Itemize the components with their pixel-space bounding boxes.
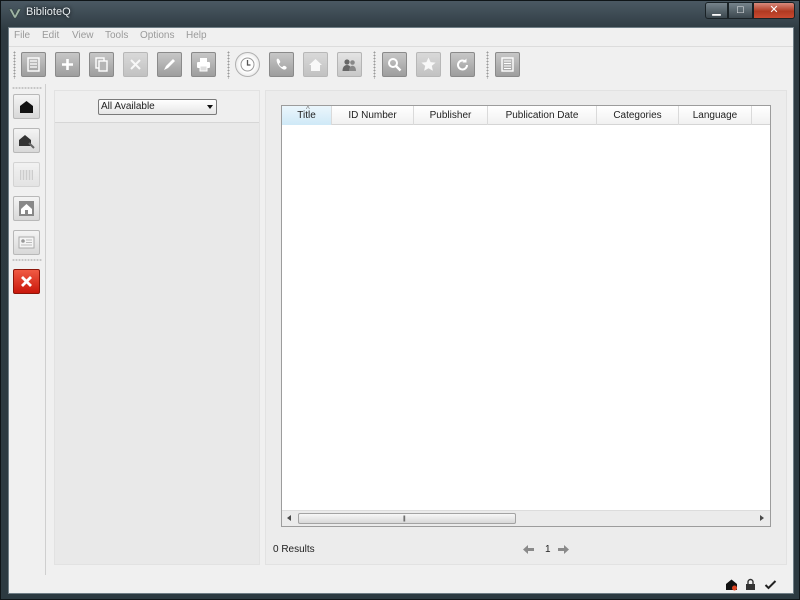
books-icon	[20, 170, 33, 180]
sort-indicator-icon: ^	[306, 106, 310, 114]
print-button[interactable]	[191, 52, 216, 77]
favorite-button[interactable]	[416, 52, 441, 77]
id-card-icon	[18, 236, 35, 249]
pagination: 1	[523, 543, 583, 557]
exit-button[interactable]	[13, 269, 40, 294]
maximize-button[interactable]: □	[728, 2, 753, 19]
status-bar	[9, 575, 793, 594]
scrollbar-thumb[interactable]: |||	[298, 513, 516, 524]
id-card-button[interactable]	[13, 230, 40, 255]
column-header-publication-date[interactable]: Publication Date	[488, 106, 597, 125]
page-number[interactable]: 1	[545, 544, 551, 555]
add-button[interactable]	[55, 52, 80, 77]
delete-button[interactable]	[123, 52, 148, 77]
minimize-icon: ▁	[712, 4, 721, 16]
filter-pane: All Available	[54, 90, 260, 565]
reservation-history-button[interactable]	[235, 52, 260, 77]
previous-page-icon[interactable]	[523, 545, 534, 554]
chevron-down-icon	[207, 105, 213, 109]
duplicate-button[interactable]	[89, 52, 114, 77]
window-title: BiblioteQ	[26, 6, 71, 18]
refresh-icon	[457, 58, 468, 71]
column-header-title[interactable]: ^ Title	[282, 106, 332, 125]
toolbar-grip[interactable]	[486, 51, 489, 79]
toolbar-grip[interactable]	[227, 51, 230, 79]
copy-icon	[95, 57, 108, 72]
maximize-icon: □	[737, 4, 744, 16]
disconnect-button[interactable]	[13, 128, 40, 153]
house-button[interactable]	[303, 52, 328, 77]
close-button[interactable]: ✕	[753, 2, 795, 19]
sidebar-separator	[12, 259, 42, 261]
results-count: 0 Results	[273, 544, 315, 555]
toolbar-grip[interactable]	[13, 51, 16, 79]
call-button[interactable]	[269, 52, 294, 77]
search-button[interactable]	[382, 52, 407, 77]
lock-icon[interactable]	[744, 578, 757, 591]
list-icon	[27, 57, 40, 72]
minimize-button[interactable]: ▁	[705, 2, 728, 19]
sidebar-separator	[12, 87, 42, 89]
check-icon[interactable]	[764, 578, 777, 591]
delete-icon	[130, 59, 141, 70]
menu-view[interactable]: View	[72, 30, 94, 41]
house-icon	[309, 59, 322, 71]
magnifier-icon	[388, 58, 402, 72]
menu-bar: File Edit View Tools Options Help	[9, 28, 793, 46]
exit-icon	[21, 276, 32, 287]
home-icon	[19, 201, 34, 216]
column-header-id-number[interactable]: ID Number	[332, 106, 414, 125]
books-button[interactable]	[13, 162, 40, 187]
results-pane: ^ Title ID Number Publisher Publication …	[265, 90, 787, 565]
main-toolbar	[9, 46, 793, 84]
scroll-left-icon[interactable]	[287, 515, 291, 521]
edit-icon	[164, 59, 175, 70]
menu-file[interactable]: File	[14, 30, 30, 41]
menu-edit[interactable]: Edit	[42, 30, 59, 41]
column-header-categories[interactable]: Categories	[597, 106, 679, 125]
next-page-icon[interactable]	[558, 545, 569, 554]
app-logo-icon	[8, 8, 22, 19]
menu-help[interactable]: Help	[186, 30, 207, 41]
connect-button[interactable]	[13, 94, 40, 119]
side-toolbar	[9, 84, 46, 575]
availability-select-value: All Available	[101, 101, 155, 112]
home-button[interactable]	[13, 196, 40, 221]
toolbar-grip[interactable]	[373, 51, 376, 79]
details-icon	[501, 57, 514, 72]
plus-icon	[62, 59, 73, 70]
table-header: ^ Title ID Number Publisher Publication …	[282, 106, 770, 125]
column-header-publisher[interactable]: Publisher	[414, 106, 488, 125]
phone-icon	[276, 58, 287, 70]
close-icon: ✕	[769, 4, 779, 16]
status-db-icon[interactable]	[725, 578, 738, 591]
availability-select[interactable]: All Available	[98, 99, 217, 115]
menu-options[interactable]: Options	[140, 30, 174, 41]
list-button[interactable]	[21, 52, 46, 77]
print-icon	[197, 58, 210, 72]
clock-icon	[240, 57, 255, 72]
star-icon	[421, 57, 436, 71]
results-table[interactable]: ^ Title ID Number Publisher Publication …	[281, 105, 771, 527]
details-button[interactable]	[495, 52, 520, 77]
grip-icon: |||	[403, 516, 406, 522]
title-bar: BiblioteQ ▁ □ ✕	[1, 1, 800, 25]
column-header-language[interactable]: Language	[679, 106, 752, 125]
scroll-right-icon[interactable]	[760, 515, 764, 521]
members-button[interactable]	[337, 52, 362, 77]
app-window: BiblioteQ ▁ □ ✕ File Edit View Tools Opt…	[0, 0, 800, 600]
members-icon	[342, 59, 356, 71]
edit-button[interactable]	[157, 52, 182, 77]
menu-tools[interactable]: Tools	[105, 30, 128, 41]
refresh-button[interactable]	[450, 52, 475, 77]
horizontal-scrollbar[interactable]: |||	[282, 510, 770, 526]
disconnect-icon	[19, 135, 35, 149]
client-area: File Edit View Tools Options Help All Av…	[8, 27, 794, 594]
connect-icon	[20, 101, 33, 113]
filter-bar: All Available	[55, 91, 259, 123]
